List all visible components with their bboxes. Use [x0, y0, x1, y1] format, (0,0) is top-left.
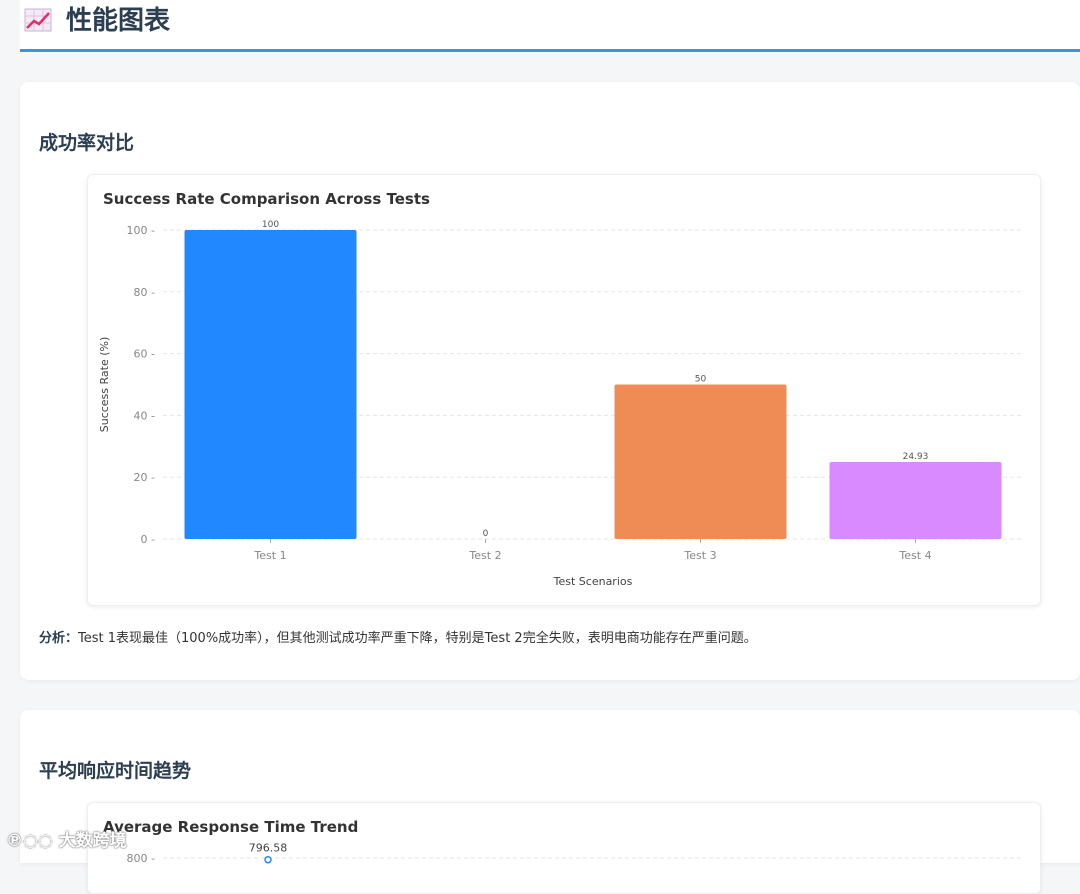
watermark-text: 大数跨境	[58, 831, 127, 851]
data-label: 0	[483, 529, 489, 539]
x-tick-label: Test 4	[898, 549, 931, 562]
section-heading: 平均响应时间趋势	[39, 760, 192, 782]
data-label: 100	[262, 220, 279, 230]
page-header: 性能图表	[20, 0, 1080, 52]
x-tick-label: Test 3	[683, 549, 716, 562]
y-tick-label: 60 -	[134, 348, 155, 361]
y-tick-label: 100 -	[127, 224, 155, 237]
bar	[614, 384, 787, 539]
bar	[829, 461, 1002, 539]
watermark-icon: ℗◌◌	[6, 831, 59, 851]
response-time-section: 平均响应时间趋势 Average Response Time Trend 800…	[20, 710, 1080, 894]
analysis-body: Test 1表现最佳（100%成功率），但其他测试成功率严重下降，特别是Test…	[78, 631, 757, 646]
x-tick-label: Test 2	[468, 549, 501, 562]
analysis-label: 分析：	[39, 631, 79, 646]
success-rate-section: 成功率对比 Success Rate Comparison Across Tes…	[20, 82, 1080, 680]
data-label: 24.93	[903, 452, 929, 462]
y-tick-label: 40 -	[134, 409, 155, 422]
response-time-chart: 800 - 796.58	[127, 842, 1023, 865]
analysis-text: 分析：Test 1表现最佳（100%成功率），但其他测试成功率严重下降，特别是T…	[39, 627, 757, 646]
y-axis-label: Success Rate (%)	[98, 337, 111, 433]
x-tick-label: Test 1	[253, 549, 286, 562]
watermark: ℗◌◌ 大数跨境	[6, 826, 127, 851]
section-heading: 成功率对比	[39, 132, 135, 154]
y-tick-label: 800 -	[127, 852, 155, 865]
x-axis-label: Test Scenarios	[553, 575, 633, 588]
data-label: 50	[695, 375, 707, 385]
chart-card: Success Rate Comparison Across Tests 0 -…	[87, 174, 1041, 606]
y-tick-label: 20 -	[134, 471, 155, 484]
chart-increasing-icon	[24, 8, 52, 32]
data-point	[264, 855, 272, 864]
success-rate-chart: 0 - 20 - 40 - 60 - 80 - 100 - 100 Test 1 0 Test 2…	[98, 220, 1023, 588]
bar	[184, 230, 357, 539]
page-title: 性能图表	[66, 6, 171, 36]
chart-card: Average Response Time Trend 800 -796.58	[87, 802, 1041, 894]
y-tick-label: 0 -	[141, 533, 155, 546]
data-label: 796.58	[249, 842, 288, 855]
y-tick-label: 80 -	[134, 286, 155, 299]
